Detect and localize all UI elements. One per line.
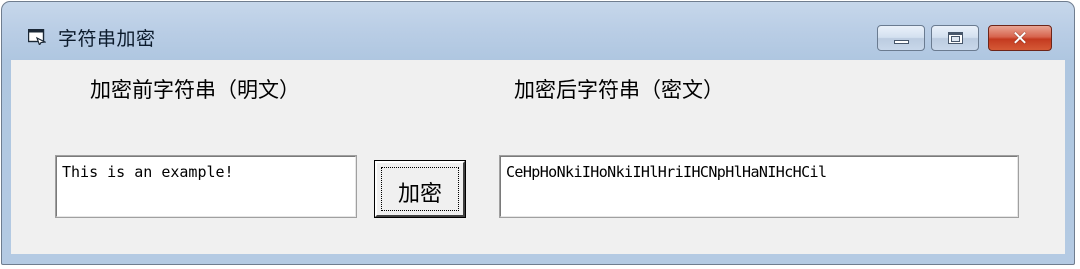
ciphertext-label: 加密后字符串（密文） [514, 78, 724, 102]
minimize-icon [894, 40, 909, 44]
ciphertext-output[interactable]: CeHpHoNkiIHoNkiIHlHriIHCNpHlHaNIHcHCil [499, 155, 1019, 218]
title-bar[interactable]: 字符串加密 ✕ [2, 2, 1074, 60]
maximize-icon [948, 32, 963, 44]
maximize-button[interactable] [931, 25, 979, 51]
app-window: 字符串加密 ✕ 加密前字符串（明文） 加密后字符串（密文） This is an… [1, 1, 1075, 265]
encrypt-button-label: 加密 [397, 182, 442, 207]
window-title: 字符串加密 [58, 28, 156, 50]
encrypt-button[interactable]: 加密 [374, 160, 466, 218]
app-window-icon [28, 29, 46, 45]
close-button[interactable]: ✕ [988, 25, 1052, 51]
minimize-button[interactable] [877, 25, 925, 51]
form-client-area: 加密前字符串（明文） 加密后字符串（密文） This is an example… [11, 60, 1065, 254]
plaintext-input[interactable]: This is an example! [55, 155, 357, 218]
close-icon: ✕ [1011, 26, 1029, 50]
plaintext-label: 加密前字符串（明文） [90, 78, 300, 102]
